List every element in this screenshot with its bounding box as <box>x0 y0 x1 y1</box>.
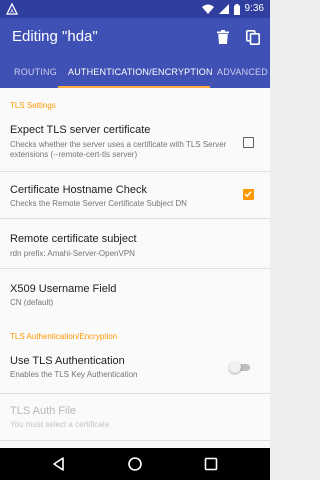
pref-hostname-check[interactable]: Certificate Hostname Check Checks the Re… <box>0 172 270 217</box>
pref-summary: rdn prefix: Amahi-Server-OpenVPN <box>10 249 135 258</box>
pref-x509-username[interactable]: X509 Username Field CN (default) <box>0 269 270 315</box>
delete-button[interactable] <box>212 26 234 48</box>
pref-title: TLS Auth File <box>10 405 77 417</box>
recents-icon[interactable] <box>203 456 219 472</box>
battery-icon <box>233 3 240 15</box>
section-header-tls-settings: TLS Settings <box>10 101 56 110</box>
pref-title: X509 Username Field <box>10 283 117 295</box>
notification-icon: A <box>6 3 18 15</box>
status-time: 9:36 <box>244 3 264 14</box>
pref-title: Expect TLS server certificate <box>10 124 151 136</box>
hostname-check-checkbox[interactable] <box>243 189 254 200</box>
pref-remote-subject[interactable]: Remote certificate subject rdn prefix: A… <box>0 219 270 267</box>
back-icon[interactable] <box>51 456 67 472</box>
use-tls-auth-switch[interactable] <box>228 360 254 374</box>
switch-thumb <box>229 361 241 373</box>
pref-summary: Enables the TLS Key Authentication <box>10 370 138 379</box>
tab-bar: ROUTING AUTHENTICATION/ENCRYPTION ADVANC… <box>0 56 270 88</box>
divider <box>0 440 270 441</box>
tab-routing[interactable]: ROUTING <box>14 56 57 88</box>
page-title: Editing "hda" <box>12 28 98 45</box>
status-bar: A 9:36 <box>0 0 270 18</box>
pref-use-tls-auth[interactable]: Use TLS Authentication Enables the TLS K… <box>0 346 270 392</box>
copy-button[interactable] <box>242 26 264 48</box>
copy-icon <box>246 29 260 45</box>
home-icon[interactable] <box>127 456 143 472</box>
check-icon <box>244 191 252 198</box>
navigation-bar <box>0 448 270 480</box>
pref-summary: You must select a certificate <box>10 420 110 429</box>
settings-list: TLS Settings Expect TLS server certifica… <box>0 88 270 448</box>
expect-tls-checkbox[interactable] <box>243 137 254 148</box>
pref-tls-auth-file: TLS Auth File You must select a certific… <box>0 394 270 440</box>
pref-summary: Checks whether the server uses a certifi… <box>10 140 227 159</box>
cellular-icon <box>218 4 229 14</box>
delete-icon <box>217 30 229 44</box>
pref-summary: CN (default) <box>10 298 54 307</box>
pref-expect-tls[interactable]: Expect TLS server certificate Checks whe… <box>0 118 270 170</box>
wifi-icon <box>201 4 214 14</box>
pref-title: Certificate Hostname Check <box>10 184 147 196</box>
section-header-tls-auth: TLS Authentication/Encryption <box>10 332 118 341</box>
pref-title: Use TLS Authentication <box>10 355 125 367</box>
pref-title: Remote certificate subject <box>10 233 137 245</box>
tab-advanced[interactable]: ADVANCED <box>217 56 268 88</box>
tab-authentication-encryption[interactable]: AUTHENTICATION/ENCRYPTION <box>68 56 213 88</box>
pref-summary: Checks the Remote Server Certificate Sub… <box>10 199 187 208</box>
